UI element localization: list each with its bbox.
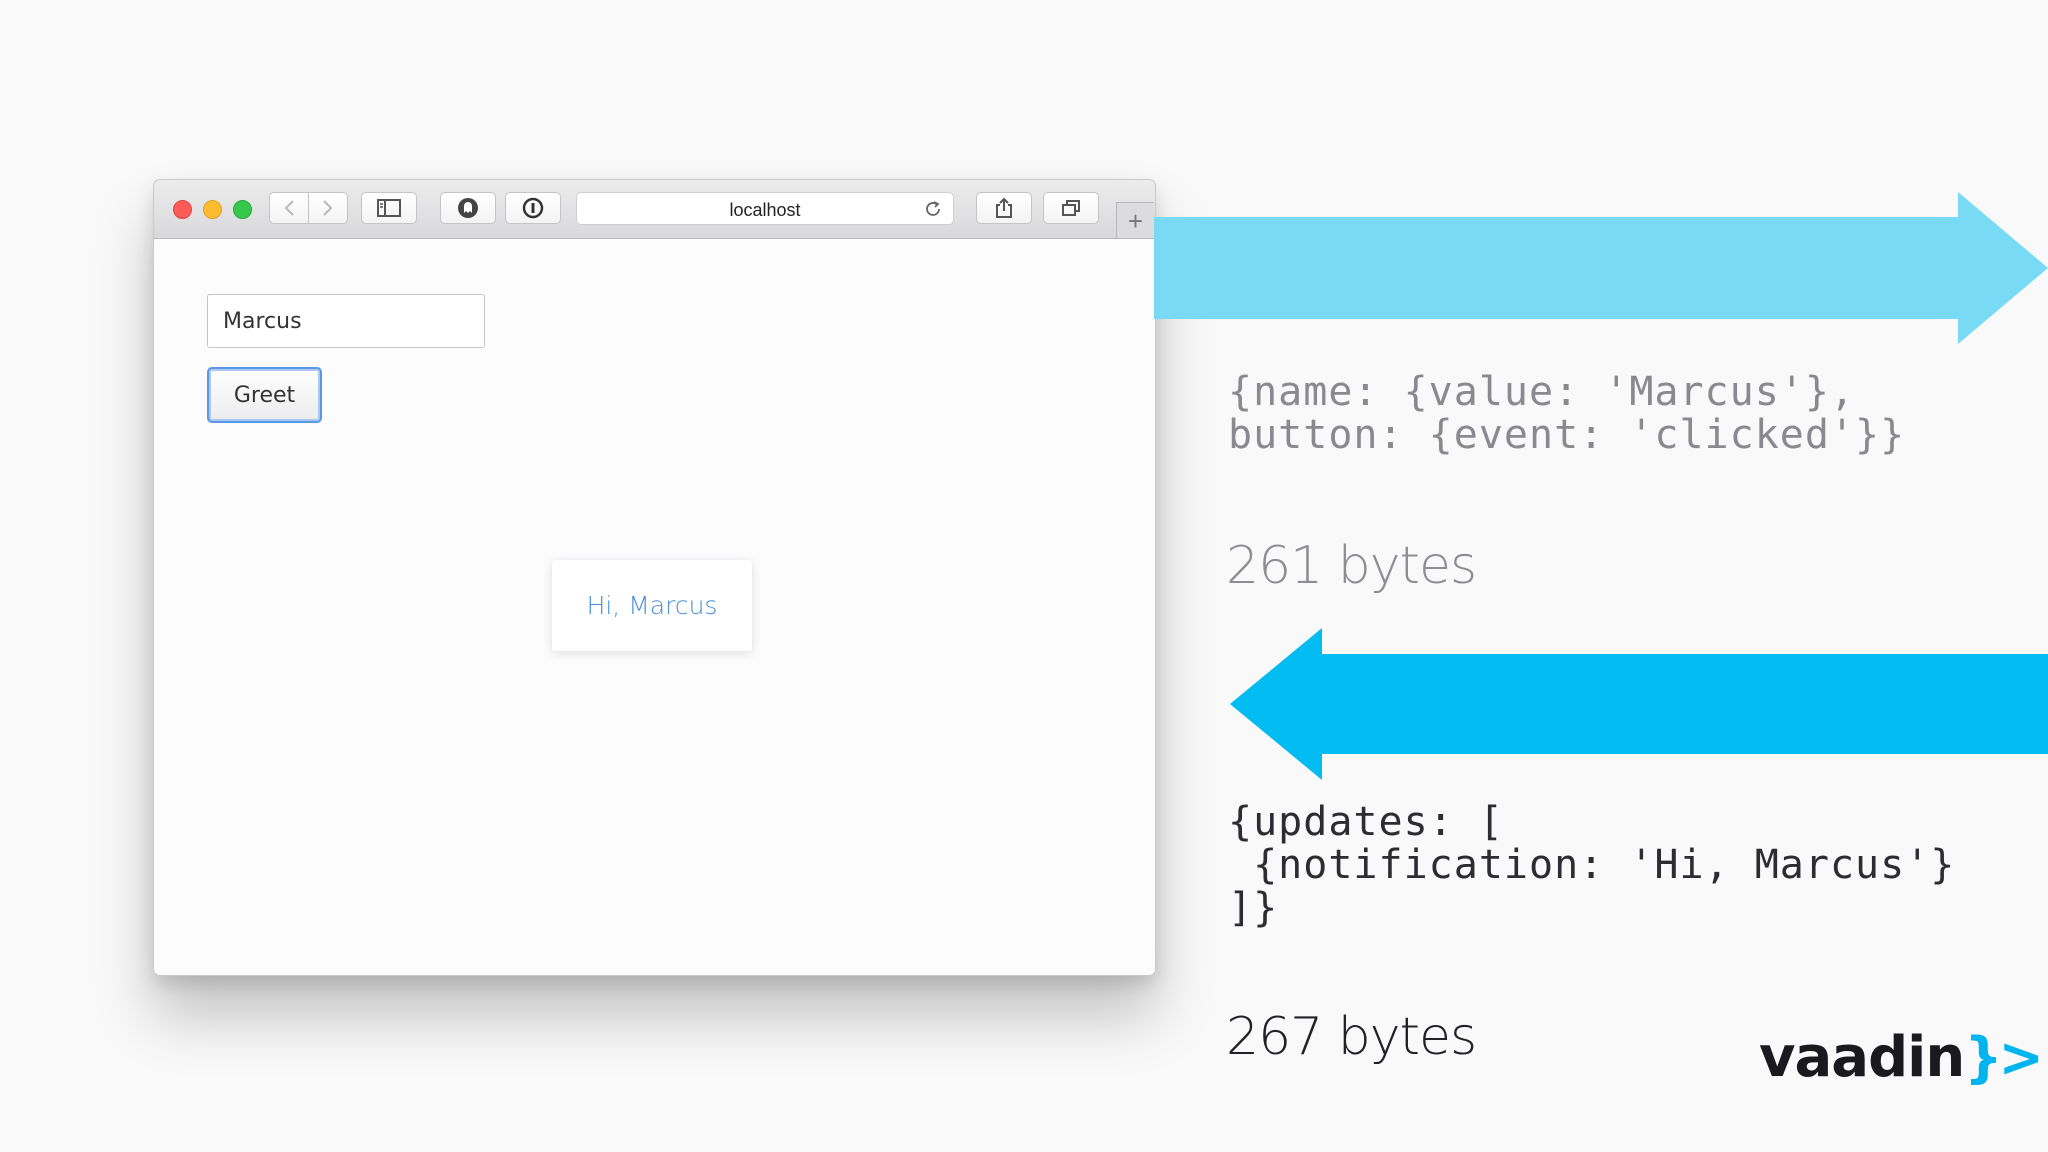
reload-icon[interactable]	[923, 199, 943, 219]
ghost-icon	[458, 198, 478, 218]
vaadin-logo: vaadin}>	[1759, 1025, 2044, 1090]
url-text: localhost	[729, 200, 801, 220]
chevron-right-icon	[323, 200, 333, 216]
notification-text: Hi, Marcus	[586, 591, 718, 620]
notification: Hi, Marcus	[552, 560, 752, 651]
share-button[interactable]	[976, 192, 1032, 224]
new-tab-button[interactable]: +	[1116, 202, 1154, 238]
show-tabs-button[interactable]	[1043, 192, 1099, 224]
response-arrow-shape	[1230, 628, 2048, 780]
password-extension-button[interactable]	[505, 192, 561, 224]
tabs-icon	[1062, 200, 1080, 216]
logo-text: vaadin	[1759, 1025, 1965, 1090]
chevron-left-icon	[284, 200, 294, 216]
response-payload: {updates: [ {notification: 'Hi, Marcus'}…	[1228, 799, 1956, 931]
share-icon	[996, 197, 1012, 218]
browser-toolbar: localhost +	[154, 180, 1155, 239]
response-arrow	[1230, 628, 2048, 780]
greet-button[interactable]: Greet	[207, 367, 322, 423]
response-size: 267 bytes	[1226, 1007, 1477, 1067]
sidebar-button[interactable]	[361, 192, 417, 224]
address-bar[interactable]: localhost	[576, 192, 954, 225]
plus-icon: +	[1127, 205, 1144, 236]
close-window-button[interactable]	[173, 200, 192, 219]
minimize-window-button[interactable]	[203, 200, 222, 219]
forward-button[interactable]	[308, 192, 348, 224]
request-payload: {name: {value: 'Marcus'}, button: {event…	[1228, 369, 1906, 458]
sidebar-icon	[377, 199, 401, 217]
request-arrow	[1154, 192, 2048, 344]
logo-mark: }>	[1964, 1026, 2044, 1089]
ghostery-extension-button[interactable]	[440, 192, 496, 224]
password-icon	[522, 197, 544, 219]
zoom-window-button[interactable]	[233, 200, 252, 219]
request-arrow-shape	[1154, 192, 2048, 344]
browser-window: localhost + Greet Hi, Marcus	[153, 179, 1156, 976]
name-input[interactable]	[207, 294, 485, 348]
request-size: 261 bytes	[1226, 536, 1477, 596]
back-button[interactable]	[269, 192, 309, 224]
